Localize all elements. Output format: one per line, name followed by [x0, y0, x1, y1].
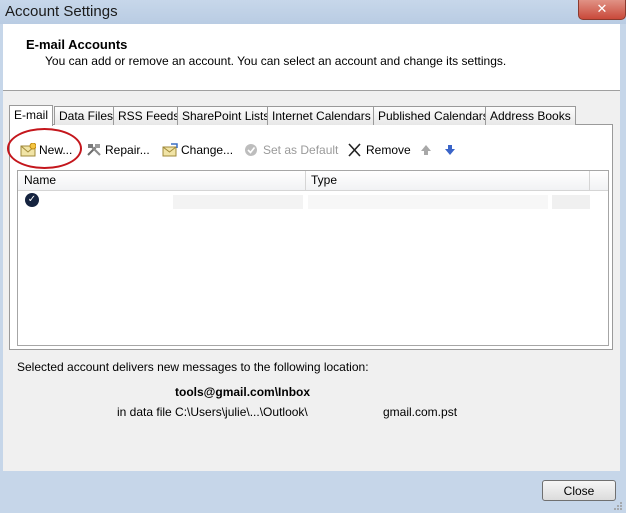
- column-header-type[interactable]: Type: [311, 173, 337, 187]
- header-subtitle: You can add or remove an account. You ca…: [45, 54, 507, 68]
- tab-rss-feeds[interactable]: RSS Feeds: [113, 106, 185, 125]
- check-circle-icon: [244, 143, 260, 157]
- data-file-path-suffix: gmail.com.pst: [383, 405, 458, 419]
- redacted-account-type: [308, 195, 548, 209]
- move-down-button[interactable]: [443, 141, 462, 157]
- header-panel: E-mail Accounts You can add or remove an…: [3, 24, 620, 91]
- close-button[interactable]: Close: [542, 480, 616, 501]
- arrow-up-icon: [419, 143, 435, 157]
- redacted-account-name: [173, 195, 303, 209]
- delivery-info-text: Selected account delivers new messages t…: [17, 360, 369, 374]
- change-button[interactable]: Change...: [162, 141, 233, 157]
- list-header: Name Type: [18, 171, 608, 191]
- tab-internet-calendars[interactable]: Internet Calendars: [267, 106, 376, 125]
- change-label: Change...: [181, 142, 234, 157]
- move-up-button[interactable]: [419, 141, 438, 157]
- remove-x-icon: [347, 143, 363, 157]
- remove-button[interactable]: Remove: [347, 141, 411, 157]
- window-close-button[interactable]: ✕: [578, 0, 626, 20]
- column-header-name[interactable]: Name: [24, 173, 56, 187]
- change-account-icon: [162, 143, 178, 157]
- default-account-check-icon: ✓: [25, 193, 39, 207]
- tab-sharepoint-lists[interactable]: SharePoint Lists: [177, 106, 275, 125]
- header-title: E-mail Accounts: [26, 37, 128, 52]
- column-divider[interactable]: [589, 171, 590, 190]
- annotation-circle: [7, 128, 82, 169]
- column-divider[interactable]: [305, 171, 306, 190]
- set-as-default-label: Set as Default: [263, 142, 339, 157]
- redacted-account-extra: [552, 195, 590, 209]
- data-file-path-prefix: in data file C:\Users\julie\...\Outlook\: [117, 405, 308, 419]
- repair-label: Repair...: [105, 142, 150, 157]
- accounts-list[interactable]: Name Type ✓: [17, 170, 609, 346]
- tab-data-files[interactable]: Data Files: [54, 106, 119, 125]
- window-title: Account Settings: [5, 3, 118, 20]
- arrow-down-icon: [443, 143, 459, 157]
- close-icon: ✕: [596, 1, 608, 16]
- repair-tools-icon: [86, 143, 102, 157]
- title-bar: Account Settings ✕: [0, 0, 626, 25]
- set-as-default-button[interactable]: Set as Default: [244, 141, 338, 157]
- repair-button[interactable]: Repair...: [86, 141, 150, 157]
- tab-published-calendars[interactable]: Published Calendars: [373, 106, 494, 125]
- resize-grip-icon[interactable]: [613, 500, 623, 510]
- delivery-location-email: tools@gmail.com\Inbox: [175, 385, 311, 399]
- tab-email[interactable]: E-mail: [9, 105, 54, 126]
- remove-label: Remove: [366, 142, 411, 157]
- tab-address-books[interactable]: Address Books: [485, 106, 576, 125]
